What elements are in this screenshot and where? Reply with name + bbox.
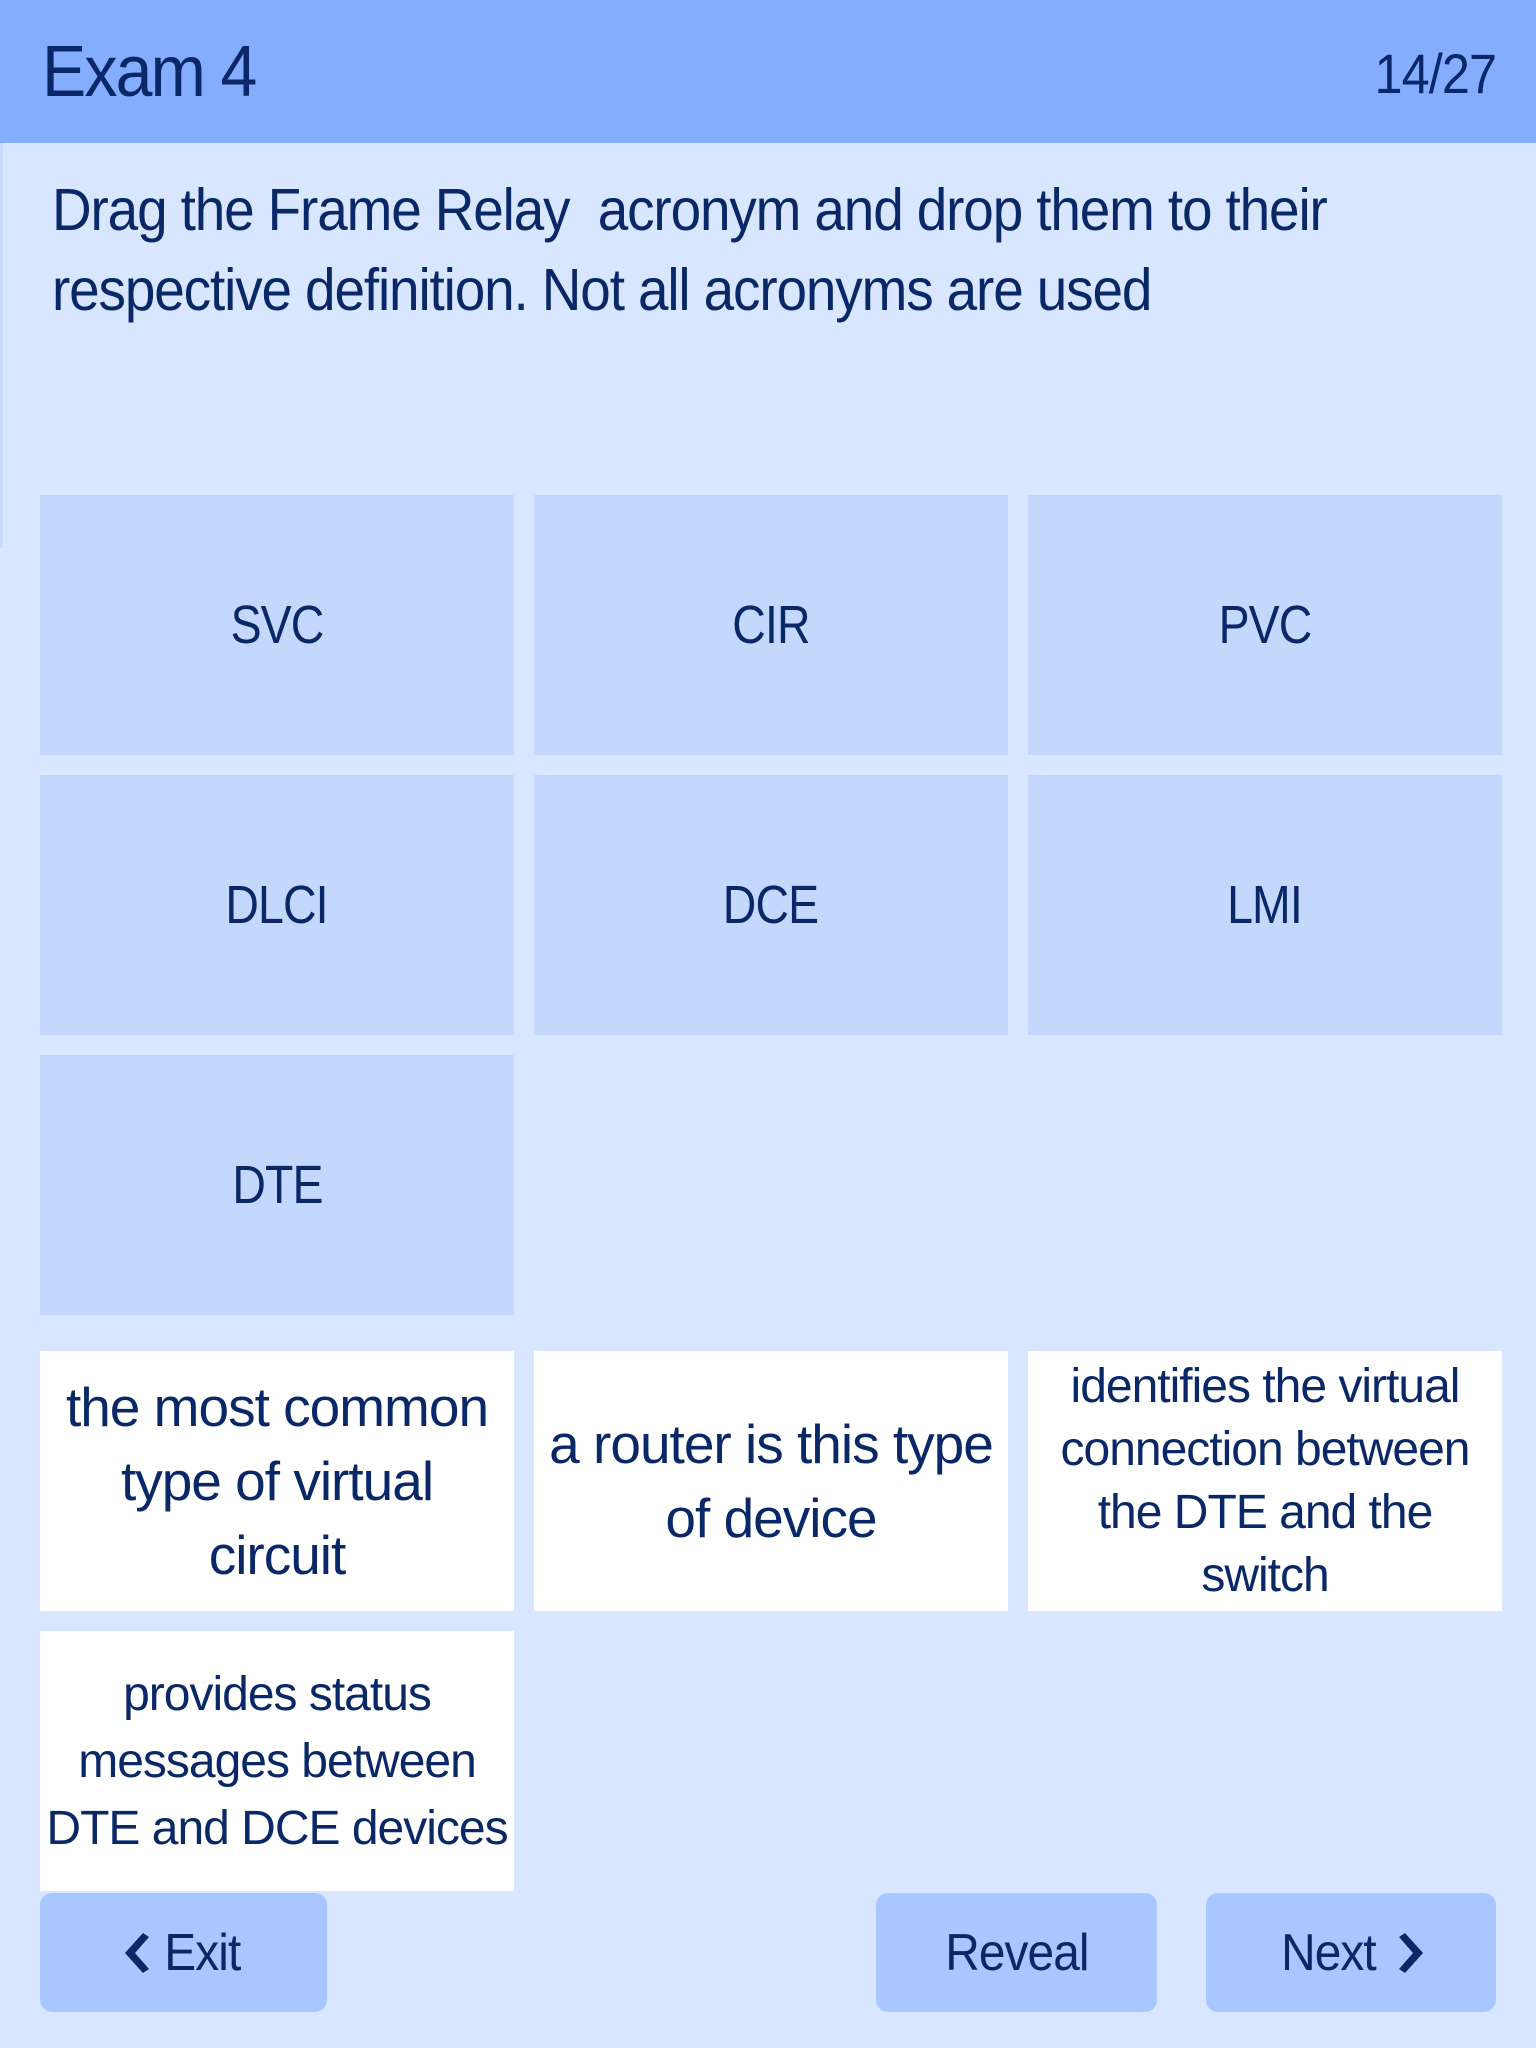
acronym-tile-svc[interactable]: SVC [40,495,514,755]
exit-button[interactable]: Exit [40,1893,327,2012]
definition-drop-zone[interactable]: identifies the virtual connection betwee… [1028,1351,1502,1611]
acronym-tile-dte[interactable]: DTE [40,1055,514,1315]
exam-title: Exam 4 [42,32,257,112]
next-button[interactable]: Next [1206,1893,1496,2012]
acronym-label: SVC [230,595,325,655]
acronym-label: DLCI [225,875,329,935]
question-prompt: Drag the Frame Relay acronym and drop th… [52,177,1341,323]
question-counter: 14/27 [1374,42,1497,105]
next-label: Next [1280,1923,1377,1982]
exit-label: Exit [164,1923,241,1982]
header-bar: Exam 4 14/27 [0,0,1536,143]
chevron-left-icon [123,1932,150,1973]
acronym-label: DTE [231,1155,323,1215]
definition-drop-zone[interactable]: a router is this type of device [534,1351,1008,1611]
acronym-tile-lmi[interactable]: LMI [1028,775,1502,1035]
left-edge-divider [0,143,3,548]
acronym-tile-dlci[interactable]: DLCI [40,775,514,1035]
definition-text: identifies the virtual connection betwee… [1060,1360,1471,1602]
acronym-tile-dce[interactable]: DCE [534,775,1008,1035]
definition-text: provides status messages between DTE and… [46,1667,508,1855]
acronym-label: LMI [1227,875,1304,935]
acronym-label: DCE [723,875,819,935]
acronym-tile-cir[interactable]: CIR [534,495,1008,755]
chevron-right-icon [1399,1932,1425,1973]
definition-drop-zone[interactable]: provides status messages between DTE and… [40,1631,514,1891]
definition-text: a router is this type of device [549,1413,994,1549]
definition-drop-zone[interactable]: the most common type of virtual circuit [40,1351,514,1611]
reveal-button[interactable]: Reveal [876,1893,1157,2012]
reveal-label: Reveal [944,1923,1089,1982]
acronym-label: PVC [1218,595,1313,655]
acronym-label: CIR [732,595,810,655]
acronym-tile-pvc[interactable]: PVC [1028,495,1502,755]
definition-text: the most common type of virtual circuit [65,1376,489,1586]
